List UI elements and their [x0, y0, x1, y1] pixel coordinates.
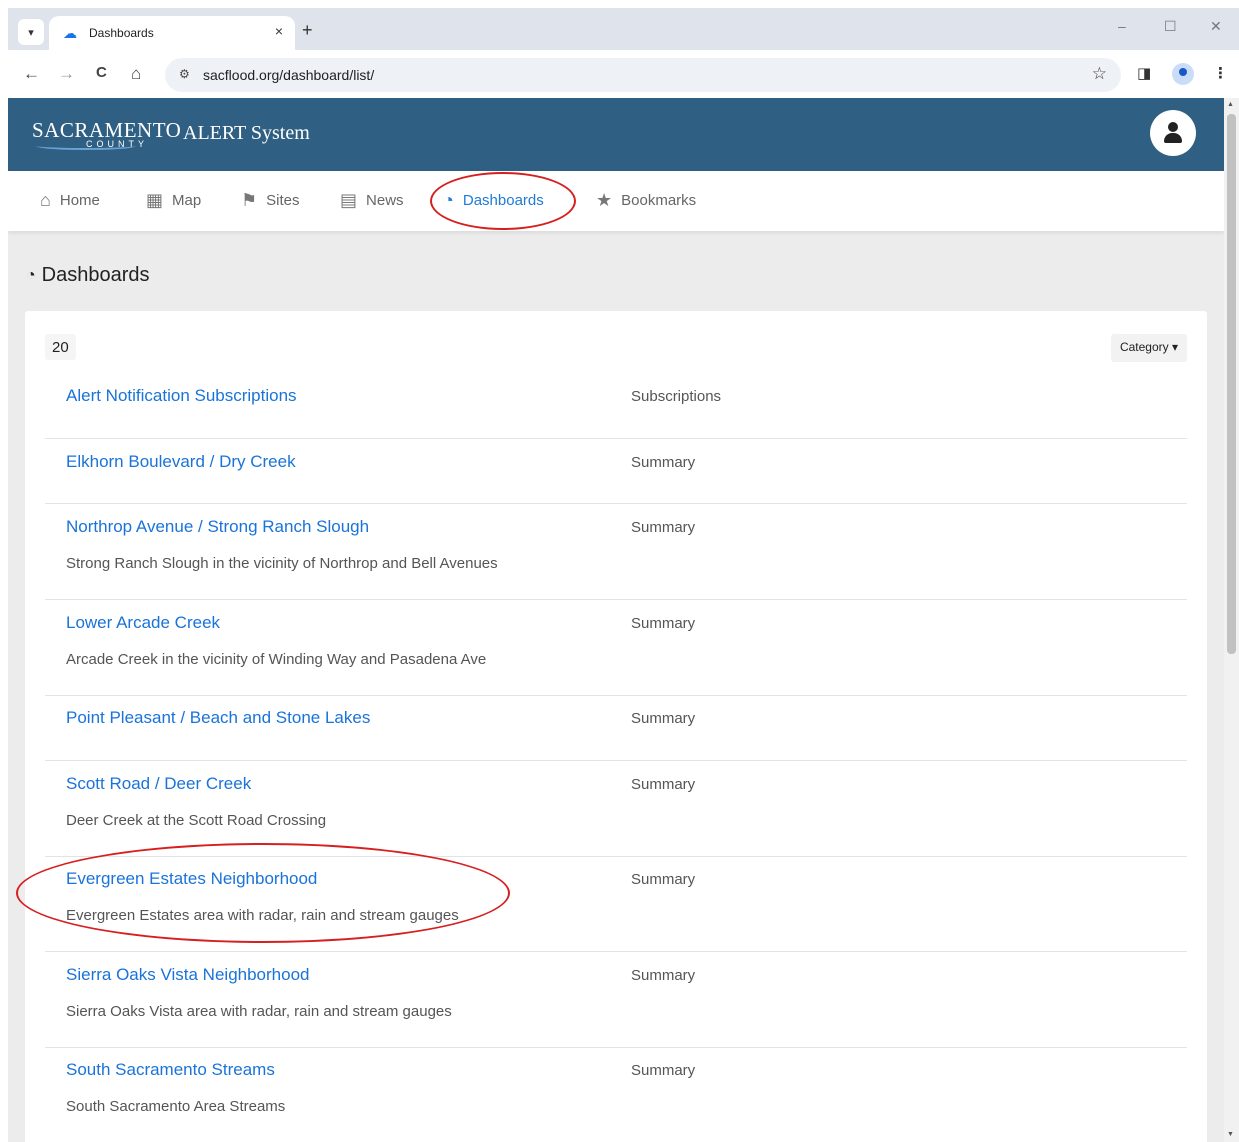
nav-sites-label: Sites [266, 191, 300, 209]
back-button[interactable]: ← [23, 64, 40, 84]
gauge-icon: ◔ [443, 190, 454, 210]
dashboard-description: Strong Ranch Slough in the vicinity of N… [66, 555, 498, 572]
sacramento-county-logo[interactable]: SACRAMENTO COUNTY [32, 118, 181, 150]
site-header: SACRAMENTO COUNTY ALERT System [8, 98, 1224, 171]
user-account-button[interactable] [1150, 110, 1196, 156]
nav-map[interactable]: ▦ Map [146, 191, 201, 209]
page-title: ◔ Dashboards [26, 264, 150, 287]
page-scrollbar[interactable]: ▲ ▼ [1224, 98, 1239, 1142]
reload-button[interactable]: C [96, 64, 107, 81]
cloud-icon: ☁ [63, 25, 77, 41]
browser-tab[interactable]: ☁ Dashboards × [49, 16, 295, 50]
dashboard-category: Summary [631, 1062, 696, 1079]
dashboard-category: Summary [631, 710, 696, 727]
logo-swoosh [36, 142, 136, 150]
scroll-down-arrow-icon[interactable]: ▼ [1227, 1131, 1234, 1138]
gauge-icon: ◔ [26, 266, 36, 284]
browser-menu-icon[interactable]: ⋮ [1213, 64, 1228, 82]
main-navbar: ⌂ Home ▦ Map ⚑ Sites ▤ News ◔ Dashboards… [8, 171, 1224, 231]
bookmark-icon: ★ [596, 190, 613, 210]
profile-avatar-icon[interactable] [1172, 63, 1194, 85]
nav-map-label: Map [172, 191, 202, 209]
dashboard-link[interactable]: Point Pleasant / Beach and Stone Lakes [66, 708, 370, 728]
nav-news[interactable]: ▤ News [340, 191, 404, 209]
dashboard-link[interactable]: Elkhorn Boulevard / Dry Creek [66, 452, 296, 472]
nav-home[interactable]: ⌂ Home [40, 191, 100, 209]
nav-bookmarks[interactable]: ★ Bookmarks [596, 191, 696, 209]
nav-bookmarks-label: Bookmarks [621, 191, 697, 209]
site-info-icon[interactable]: ⚙ [179, 67, 190, 81]
browser-toolbar: ← → C ⌂ ⚙ sacflood.org/dashboard/list/ ☆… [8, 50, 1239, 98]
browser-tabstrip: ▾ ☁ Dashboards × + – ☐ ✕ [8, 8, 1239, 50]
dashboard-description: Arcade Creek in the vicinity of Winding … [66, 651, 487, 668]
dashboard-description: South Sacramento Area Streams [66, 1098, 286, 1115]
page-viewport: SACRAMENTO COUNTY ALERT System ⌂ Home ▦ … [8, 98, 1224, 1142]
list-item: Scott Road / Deer Creek Deer Creek at th… [45, 774, 1187, 857]
dashboard-category: Summary [631, 776, 696, 793]
tab-title: Dashboards [89, 26, 154, 40]
newspaper-icon: ▤ [340, 190, 358, 210]
minimize-button[interactable]: – [1118, 18, 1126, 34]
forward-button[interactable]: → [58, 64, 75, 84]
dashboard-link[interactable]: Evergreen Estates Neighborhood [66, 869, 317, 889]
dashboard-category: Summary [631, 967, 696, 984]
side-panel-icon[interactable]: ◨ [1137, 64, 1151, 82]
dashboard-description: Sierra Oaks Vista area with radar, rain … [66, 1003, 452, 1020]
bookmark-star-icon[interactable]: ☆ [1092, 64, 1107, 84]
dashboard-link[interactable]: Sierra Oaks Vista Neighborhood [66, 965, 310, 985]
nav-dashboards[interactable]: ◔ Dashboards [443, 191, 544, 209]
dashboard-category: Summary [631, 615, 696, 632]
nav-home-label: Home [59, 191, 100, 209]
list-item: Lower Arcade Creek Arcade Creek in the v… [45, 613, 1187, 696]
list-item: South Sacramento Streams South Sacrament… [45, 1060, 1187, 1142]
list-item: Point Pleasant / Beach and Stone Lakes S… [45, 708, 1187, 761]
dashboard-link[interactable]: Northrop Avenue / Strong Ranch Slough [66, 517, 369, 537]
dashboard-link[interactable]: Lower Arcade Creek [66, 613, 220, 633]
maximize-button[interactable]: ☐ [1164, 18, 1177, 35]
map-icon: ▦ [146, 190, 164, 210]
close-window-button[interactable]: ✕ [1210, 18, 1222, 35]
new-tab-button[interactable]: + [302, 20, 313, 41]
url-text: sacflood.org/dashboard/list/ [203, 67, 375, 83]
dashboard-category: Subscriptions [631, 388, 722, 405]
dashboard-category: Summary [631, 871, 696, 888]
category-filter-dropdown[interactable]: Category ▾ [1110, 334, 1187, 362]
dashboard-link[interactable]: South Sacramento Streams [66, 1060, 275, 1080]
page-title-text: Dashboards [41, 264, 150, 286]
dashboard-count-badge: 20 [45, 334, 76, 360]
site-name[interactable]: ALERT System [183, 122, 310, 145]
dashboard-link[interactable]: Scott Road / Deer Creek [66, 774, 251, 794]
scrollbar-thumb[interactable] [1227, 114, 1236, 654]
nav-dashboards-label: Dashboards [462, 191, 544, 209]
dashboard-link[interactable]: Alert Notification Subscriptions [66, 386, 297, 406]
home-button[interactable]: ⌂ [131, 64, 141, 84]
dashboard-description: Deer Creek at the Scott Road Crossing [66, 812, 327, 829]
list-item: Sierra Oaks Vista Neighborhood Sierra Oa… [45, 965, 1187, 1048]
home-icon: ⌂ [40, 190, 51, 210]
nav-sites[interactable]: ⚑ Sites [241, 191, 300, 209]
dashboard-category: Summary [631, 519, 696, 536]
nav-news-label: News [366, 191, 404, 209]
address-bar[interactable]: ⚙ sacflood.org/dashboard/list/ ☆ [165, 58, 1121, 92]
dashboard-description: Evergreen Estates area with radar, rain … [66, 907, 459, 924]
dashboard-category: Summary [631, 454, 696, 471]
list-item: Elkhorn Boulevard / Dry Creek Summary [45, 452, 1187, 504]
list-item: Alert Notification Subscriptions Subscri… [45, 386, 1187, 439]
tab-close-button[interactable]: × [275, 23, 283, 39]
list-item: Evergreen Estates Neighborhood Evergreen… [45, 869, 1187, 952]
flag-icon: ⚑ [241, 190, 258, 210]
dashboard-list-card: 20 Category ▾ Alert Notification Subscri… [25, 311, 1207, 1142]
user-icon [1168, 122, 1178, 132]
list-item: Northrop Avenue / Strong Ranch Slough St… [45, 517, 1187, 600]
user-icon-body [1164, 133, 1182, 143]
tab-search-dropdown[interactable]: ▾ [18, 19, 44, 45]
scroll-up-arrow-icon[interactable]: ▲ [1227, 101, 1234, 108]
